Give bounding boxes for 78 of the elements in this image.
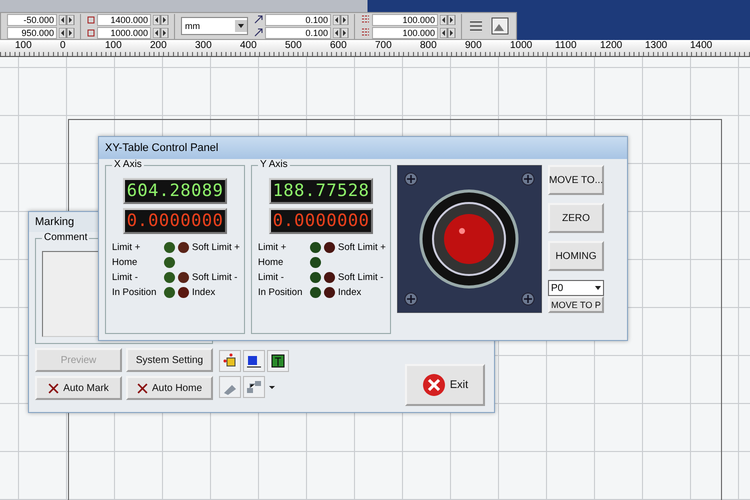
ruler-label: 800 [420, 40, 438, 51]
caret-icon [235, 20, 247, 32]
command-button[interactable]: MOVE TO... [548, 165, 604, 195]
error-display: 0.0000000 [123, 208, 227, 234]
position-display: 188.77528 [269, 178, 373, 204]
exit-button[interactable]: Exit [405, 364, 485, 406]
scale-icon [361, 15, 370, 24]
ruler-label: 1000 [510, 40, 534, 51]
group-label: Comment [42, 232, 90, 243]
cross-icon [48, 382, 60, 394]
ruler-label: 500 [285, 40, 303, 51]
close-icon [422, 373, 446, 397]
window-title: Marking [35, 216, 74, 228]
ruler-label: 1400 [690, 40, 714, 51]
ruler-label: 100 [105, 40, 123, 51]
spin-buttons-icon[interactable] [153, 14, 169, 24]
unit-dropdown[interactable]: mm [181, 17, 248, 35]
image-icon[interactable] [490, 16, 510, 36]
spin-buttons-icon[interactable] [59, 14, 75, 24]
crosshair-icon[interactable] [219, 350, 241, 372]
ruler-label: 1300 [645, 40, 668, 51]
number-field[interactable]: 1400.000 [97, 14, 151, 26]
indicator-label: Limit - [258, 272, 285, 283]
ruler-label: 0 [60, 40, 67, 51]
group-label: Y Axis [258, 159, 290, 170]
indicator-label: Index [192, 287, 216, 298]
ruler-label: 1100 [555, 40, 578, 51]
window-title: XY-Table Control Panel [105, 142, 218, 154]
ruler-label: 400 [240, 40, 258, 51]
indicator-label: Soft Limit + [338, 242, 386, 253]
spin-buttons-icon[interactable] [59, 28, 75, 38]
number-field[interactable]: -50.000 [7, 14, 57, 26]
cross-icon [136, 382, 148, 394]
scale-icon [361, 28, 370, 37]
point-dropdown[interactable]: P0 [548, 280, 604, 296]
ruler-label: 300 [195, 40, 213, 51]
action-button[interactable]: Auto Home [126, 376, 213, 400]
indicator-label: Soft Limit + [192, 242, 240, 253]
indicator-label: Limit + [112, 242, 142, 253]
command-button[interactable]: ZERO [548, 203, 604, 233]
number-field[interactable]: 950.000 [7, 26, 57, 38]
action-button[interactable]: System Setting [126, 348, 213, 372]
action-button[interactable]: Auto Mark [35, 376, 122, 400]
ruler-label: 700 [375, 40, 393, 51]
error-display: 0.0000000 [269, 208, 373, 234]
indicator-label: Limit + [258, 242, 288, 253]
indicator-label: In Position [112, 287, 158, 298]
frame-icon[interactable] [267, 350, 289, 372]
group-label: X Axis [112, 159, 144, 170]
ruler-label: 900 [465, 40, 483, 51]
indicator-label: In Position [258, 287, 304, 298]
indicator-label: Soft Limit - [192, 272, 238, 283]
ruler-label: 600 [330, 40, 348, 51]
ruler-label: 100 [15, 40, 33, 51]
indicator-label: Index [338, 287, 362, 298]
rectangle-tool-icon[interactable] [243, 350, 265, 372]
indicator-label: Home [112, 257, 138, 268]
joystick-drawing[interactable] [397, 165, 542, 313]
spin-buttons-icon[interactable] [153, 28, 169, 38]
command-button[interactable]: HOMING [548, 241, 604, 271]
spin-buttons-icon[interactable] [333, 28, 349, 38]
step-icon [254, 15, 263, 24]
ruler-label: 200 [150, 40, 168, 51]
indicator-label: Soft Limit - [338, 272, 384, 283]
number-field[interactable]: 1000.000 [97, 26, 151, 38]
number-field[interactable]: 100.000 [372, 26, 438, 38]
spin-buttons-icon[interactable] [440, 14, 456, 24]
number-field[interactable]: 0.100 [265, 26, 331, 38]
position-display: 604.28089 [123, 178, 227, 204]
number-field[interactable]: 100.000 [372, 14, 438, 26]
ruler-label: 1200 [600, 40, 624, 51]
move-to-point-button[interactable]: MOVE TO P [548, 296, 604, 313]
indicator-label: Limit - [112, 272, 139, 283]
indicator-label: Home [258, 257, 284, 268]
step-icon [254, 28, 263, 37]
number-field[interactable]: 0.100 [265, 14, 331, 26]
spin-buttons-icon[interactable] [333, 14, 349, 24]
spin-buttons-icon[interactable] [440, 28, 456, 38]
